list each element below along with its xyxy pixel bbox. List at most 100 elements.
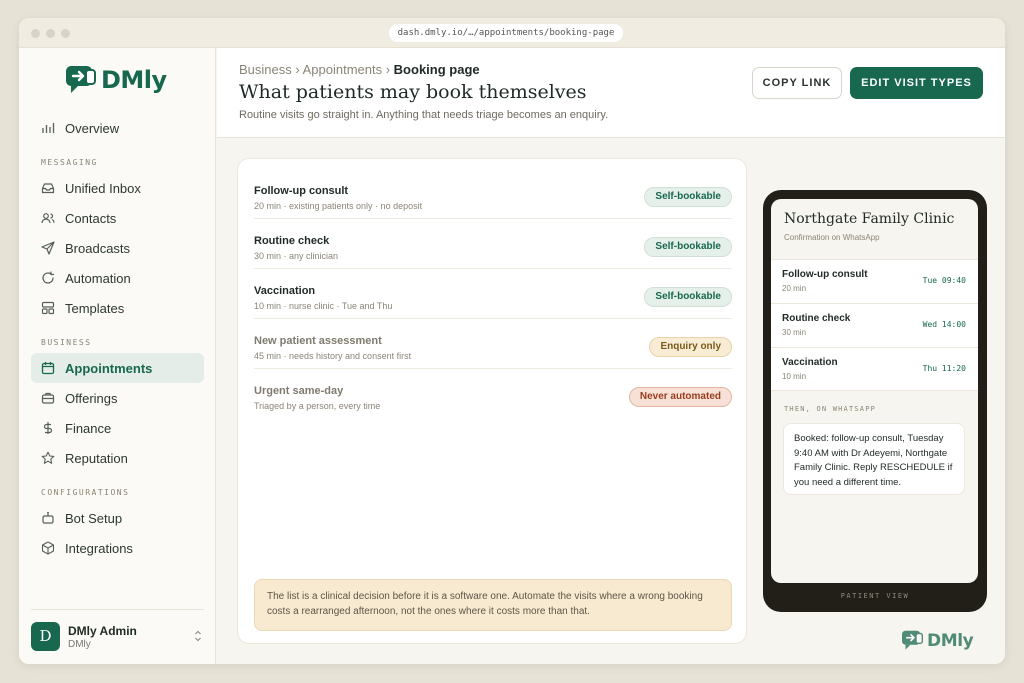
sidebar-item-label: Appointments (65, 360, 153, 376)
page-header: Business › Appointments › Booking page W… (217, 48, 1005, 138)
inbox-icon (41, 183, 55, 194)
visit-type-meta: 30 min · any clinician (254, 251, 339, 261)
layout-icon (41, 301, 55, 315)
visit-type-title: Routine check (254, 235, 330, 247)
visit-type-row[interactable]: Follow-up consult 20 min · existing pati… (254, 169, 732, 219)
window-minimize-dot[interactable] (46, 29, 55, 38)
visit-type-row[interactable]: Urgent same-day Triaged by a person, eve… (254, 369, 732, 419)
users-icon (41, 213, 55, 224)
visit-type-row[interactable]: New patient assessment 45 min · needs hi… (254, 319, 732, 369)
dmly-logo-icon (902, 630, 923, 650)
phone-preview: Northgate Family Clinic Confirmation on … (763, 190, 987, 612)
slot-title: Follow-up consult (782, 269, 868, 280)
visit-type-title: Follow-up consult (254, 185, 349, 197)
calendar-icon (41, 362, 55, 375)
app-window: dash.dmly.io/…/appointments/booking-page… (19, 18, 1005, 664)
slot-title: Routine check (782, 313, 851, 324)
star-icon (41, 451, 55, 464)
slot-time: Tue 09:40 (922, 276, 966, 285)
slot-duration: 30 min (782, 328, 807, 337)
address-bar[interactable]: dash.dmly.io/…/appointments/booking-page (389, 24, 623, 42)
chevron-up-down-icon[interactable] (193, 629, 203, 643)
sidebar-item-templates[interactable]: Templates (31, 293, 204, 323)
refresh-icon (42, 271, 55, 284)
sidebar-item-automation[interactable]: Automation (31, 263, 204, 293)
send-icon (41, 241, 55, 255)
edit-visit-types-button[interactable]: EDIT VISIT TYPES (850, 67, 983, 99)
sidebar-item-broadcasts[interactable]: Broadcasts (31, 233, 204, 263)
sidebar-item-contacts[interactable]: Contacts (31, 203, 204, 233)
status-badge: Self-bookable (644, 187, 732, 207)
dollar-icon (43, 422, 53, 434)
sidebar-item-label: Templates (65, 300, 125, 316)
visit-type-row[interactable]: Vaccination 10 min · nurse clinic · Tue … (254, 269, 732, 319)
sidebar-item-label: Bot Setup (65, 510, 123, 526)
slot-row[interactable]: Follow-up consult 20 min Tue 09:40 (771, 259, 978, 303)
section-messaging: MESSAGING (41, 158, 98, 167)
visit-type-title: Urgent same-day (254, 385, 344, 397)
sidebar: DMly Overview MESSAGING Unified Inbox Co… (19, 48, 216, 664)
user-name: DMly Admin (68, 624, 137, 638)
status-badge: Never automated (628, 387, 732, 407)
brand-logo[interactable]: DMly (65, 65, 167, 95)
slot-duration: 20 min (782, 284, 807, 293)
sidebar-item-reputation[interactable]: Reputation (31, 443, 204, 473)
sidebar-item-bot-setup[interactable]: Bot Setup (31, 503, 204, 533)
section-configurations: CONFIGURATIONS (41, 488, 130, 497)
phone-screen: Northgate Family Clinic Confirmation on … (771, 199, 978, 583)
patient-view-caption: PATIENT VIEW (840, 592, 910, 600)
footer-logo: DMly (901, 630, 974, 651)
sidebar-item-label: Contacts (65, 210, 117, 226)
breadcrumb-current: Booking page (393, 62, 480, 77)
status-badge: Self-bookable (644, 287, 732, 307)
slot-row[interactable]: Routine check 30 min Wed 14:00 (771, 303, 978, 347)
confirmation-label: Confirmation on WhatsApp (784, 233, 880, 242)
bot-icon (42, 511, 54, 524)
slot-time: Thu 11:20 (922, 364, 966, 373)
sidebar-divider (31, 609, 204, 610)
page-subtitle: Routine visits go straight in. Anything … (239, 109, 609, 121)
breadcrumb-business[interactable]: Business › (239, 62, 300, 77)
sidebar-item-offerings[interactable]: Offerings (31, 383, 204, 413)
breadcrumb-appointments[interactable]: Appointments › (303, 62, 390, 77)
visit-type-row[interactable]: Routine check 30 min · any clinician Sel… (254, 219, 732, 269)
clinical-note: The list is a clinical decision before i… (254, 579, 732, 631)
slot-time: Wed 14:00 (922, 320, 966, 329)
status-badge: Enquiry only (649, 337, 732, 357)
visit-types-card: Follow-up consult 20 min · existing pati… (237, 158, 747, 644)
sidebar-item-appointments[interactable]: Appointments (31, 353, 204, 383)
footer-brand-name: DMly (927, 630, 974, 651)
sidebar-item-label: Broadcasts (65, 240, 131, 256)
slot-row[interactable]: Vaccination 10 min Thu 11:20 (771, 347, 978, 391)
visit-type-title: Vaccination (254, 285, 316, 297)
slot-duration: 10 min (782, 372, 807, 381)
sidebar-item-finance[interactable]: Finance (31, 413, 204, 443)
visit-type-meta: 45 min · needs history and consent first (254, 351, 412, 361)
visit-type-meta: 20 min · existing patients only · no dep… (254, 201, 423, 211)
section-business: BUSINESS (41, 338, 92, 347)
window-maximize-dot[interactable] (61, 29, 70, 38)
sidebar-item-label: Automation (65, 270, 131, 286)
window-close-dot[interactable] (31, 29, 40, 38)
slot-title: Vaccination (782, 357, 838, 368)
sidebar-item-overview[interactable]: Overview (31, 113, 204, 143)
briefcase-icon (41, 392, 55, 404)
brand-name: DMly (101, 66, 167, 94)
visit-type-meta: Triaged by a person, every time (254, 401, 381, 411)
whatsapp-message: Booked: follow-up consult, Tuesday 9:40 … (783, 423, 965, 495)
browser-titlebar: dash.dmly.io/…/appointments/booking-page (19, 18, 1005, 48)
user-org: DMly (68, 639, 91, 650)
dmly-logo-icon (66, 66, 96, 93)
copy-link-button[interactable]: COPY LINK (752, 67, 842, 99)
sidebar-item-label: Offerings (65, 390, 118, 406)
sidebar-item-integrations[interactable]: Integrations (31, 533, 204, 563)
cube-icon (41, 541, 55, 555)
clinic-name: Northgate Family Clinic (784, 211, 955, 227)
sidebar-item-label: Finance (65, 420, 112, 436)
then-on-whatsapp-label: THEN, ON WHATSAPP (784, 405, 877, 413)
sidebar-item-label: Integrations (65, 540, 133, 556)
visit-type-meta: 10 min · nurse clinic · Tue and Thu (254, 301, 393, 311)
sidebar-item-unified-inbox[interactable]: Unified Inbox (31, 173, 204, 203)
bar-chart-icon (42, 123, 55, 133)
avatar[interactable]: D (31, 622, 60, 651)
